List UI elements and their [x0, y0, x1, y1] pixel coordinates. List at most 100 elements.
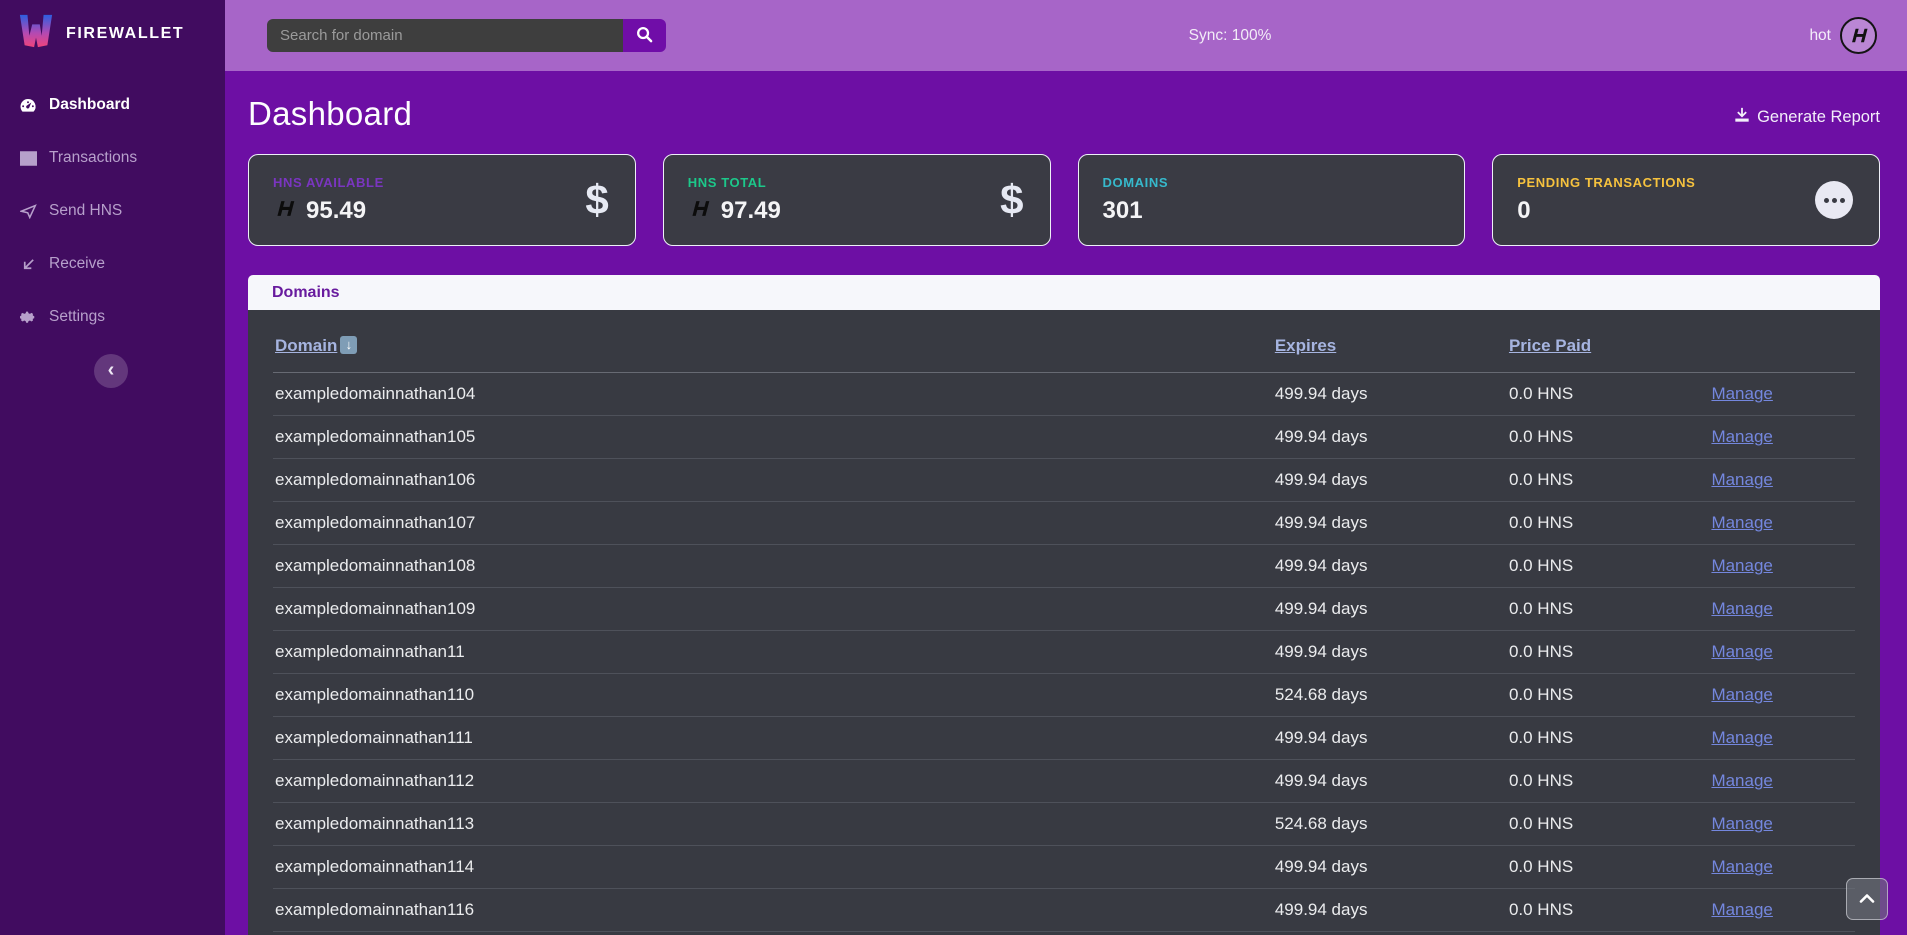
table-row: exampledomainnathan109 499.94 days 0.0 H… [273, 588, 1855, 631]
scroll-to-top-button[interactable] [1846, 878, 1888, 920]
table-icon [18, 151, 38, 166]
chevron-left-icon: ‹ [108, 360, 115, 380]
expires-cell: 499.94 days [1273, 717, 1507, 760]
domain-cell: exampledomainnathan108 [273, 545, 1273, 588]
expires-cell: 524.68 days [1273, 674, 1507, 717]
manage-link[interactable]: Manage [1711, 470, 1772, 489]
domain-cell: exampledomainnathan114 [273, 846, 1273, 889]
price-cell: 0.0 HNS [1507, 846, 1709, 889]
card-hns-available: HNS AVAILABLE 95.49 $ [248, 154, 636, 246]
price-cell: 0.0 HNS [1507, 760, 1709, 803]
sidebar-item-send-hns[interactable]: Send HNS [0, 200, 225, 222]
manage-link[interactable]: Manage [1711, 642, 1772, 661]
domain-cell: exampledomainnathan117 [273, 932, 1273, 935]
card-label: HNS AVAILABLE [273, 175, 384, 190]
manage-link[interactable]: Manage [1711, 685, 1772, 704]
search-input[interactable] [267, 19, 623, 52]
stat-cards: HNS AVAILABLE 95.49 $ HNS TOTAL [248, 154, 1880, 246]
manage-link[interactable]: Manage [1711, 599, 1772, 618]
sidebar-item-transactions[interactable]: Transactions [0, 147, 225, 169]
wallet-area: hot [1809, 0, 1877, 71]
page-title: Dashboard [248, 95, 412, 133]
sidebar-item-label: Settings [49, 308, 105, 326]
price-cell: 0.0 HNS [1507, 803, 1709, 846]
domains-panel-body: Domain↓ Expires Price Paid exampledomain… [248, 310, 1880, 935]
sidebar-item-settings[interactable]: Settings [0, 306, 225, 328]
manage-link[interactable]: Manage [1711, 728, 1772, 747]
download-icon [1734, 107, 1750, 128]
domain-search [267, 19, 666, 52]
gauge-icon [18, 97, 38, 113]
domains-table-body: exampledomainnathan104 499.94 days 0.0 H… [273, 373, 1855, 935]
handshake-logo-icon[interactable] [1840, 17, 1877, 54]
hns-logo-icon [688, 200, 712, 222]
sort-by-expires-link[interactable]: Expires [1275, 336, 1336, 355]
gear-icon [18, 309, 38, 325]
expires-cell: 499.94 days [1273, 416, 1507, 459]
table-row: exampledomainnathan111 499.94 days 0.0 H… [273, 717, 1855, 760]
sidebar-collapse-button[interactable]: ‹ [94, 354, 128, 388]
expires-cell: 499.94 days [1273, 588, 1507, 631]
brand-name: FIREWALLET [66, 25, 184, 43]
arrow-down-left-icon [18, 257, 38, 272]
card-value: 97.49 [721, 197, 781, 225]
manage-link[interactable]: Manage [1711, 857, 1772, 876]
price-cell: 0.0 HNS [1507, 674, 1709, 717]
manage-link[interactable]: Manage [1711, 384, 1772, 403]
sidebar-item-label: Dashboard [49, 96, 130, 114]
domain-cell: exampledomainnathan107 [273, 502, 1273, 545]
sidebar-item-receive[interactable]: Receive [0, 253, 225, 275]
column-header-actions [1709, 324, 1855, 373]
domains-panel-title: Domains [272, 284, 340, 302]
card-value: 0 [1517, 197, 1530, 225]
brand[interactable]: FIREWALLET [0, 0, 225, 54]
manage-link[interactable]: Manage [1711, 814, 1772, 833]
column-header-price-paid: Price Paid [1507, 324, 1709, 373]
search-icon [636, 26, 653, 46]
card-domains: DOMAINS 301 [1078, 154, 1466, 246]
hns-logo-icon [273, 200, 297, 222]
expires-cell: 499.94 days [1273, 846, 1507, 889]
sort-desc-icon: ↓ [340, 336, 357, 354]
sort-by-domain-link[interactable]: Domain [275, 336, 337, 355]
price-cell: 0.0 HNS [1507, 932, 1709, 935]
column-header-domain: Domain↓ [273, 324, 1273, 373]
domain-cell: exampledomainnathan11 [273, 631, 1273, 674]
expires-cell: 524.68 days [1273, 803, 1507, 846]
price-cell: 0.0 HNS [1507, 889, 1709, 932]
manage-link[interactable]: Manage [1711, 556, 1772, 575]
card-label: DOMAINS [1103, 175, 1169, 190]
sidebar-item-label: Receive [49, 255, 105, 273]
expires-cell: 499.94 days [1273, 502, 1507, 545]
column-header-expires: Expires [1273, 324, 1507, 373]
manage-link[interactable]: Manage [1711, 771, 1772, 790]
sidebar-item-label: Transactions [49, 149, 137, 167]
expires-cell: 499.94 days [1273, 932, 1507, 935]
sidebar-nav: Dashboard Transactions Send HNS [0, 94, 225, 328]
card-label: PENDING TRANSACTIONS [1517, 175, 1695, 190]
dollar-sign-icon: $ [585, 176, 608, 224]
table-row: exampledomainnathan107 499.94 days 0.0 H… [273, 502, 1855, 545]
sync-status: Sync: 100% [1189, 27, 1272, 45]
expires-cell: 499.94 days [1273, 545, 1507, 588]
manage-link[interactable]: Manage [1711, 513, 1772, 532]
sidebar: FIREWALLET Dashboard Transactions [0, 0, 225, 935]
sort-by-price-link[interactable]: Price Paid [1509, 336, 1591, 355]
manage-link[interactable]: Manage [1711, 900, 1772, 919]
manage-link[interactable]: Manage [1711, 427, 1772, 446]
card-value: 95.49 [306, 197, 366, 225]
table-row: exampledomainnathan117 499.94 days 0.0 H… [273, 932, 1855, 935]
ellipsis-icon[interactable] [1815, 181, 1853, 219]
price-cell: 0.0 HNS [1507, 416, 1709, 459]
firewallet-w-logo-icon [17, 13, 55, 54]
domain-cell: exampledomainnathan106 [273, 459, 1273, 502]
table-row: exampledomainnathan11 499.94 days 0.0 HN… [273, 631, 1855, 674]
expires-cell: 499.94 days [1273, 459, 1507, 502]
search-button[interactable] [623, 19, 666, 52]
price-cell: 0.0 HNS [1507, 545, 1709, 588]
domain-cell: exampledomainnathan104 [273, 373, 1273, 416]
expires-cell: 499.94 days [1273, 760, 1507, 803]
generate-report-button[interactable]: Generate Report [1734, 107, 1880, 128]
price-cell: 0.0 HNS [1507, 588, 1709, 631]
sidebar-item-dashboard[interactable]: Dashboard [0, 94, 225, 116]
